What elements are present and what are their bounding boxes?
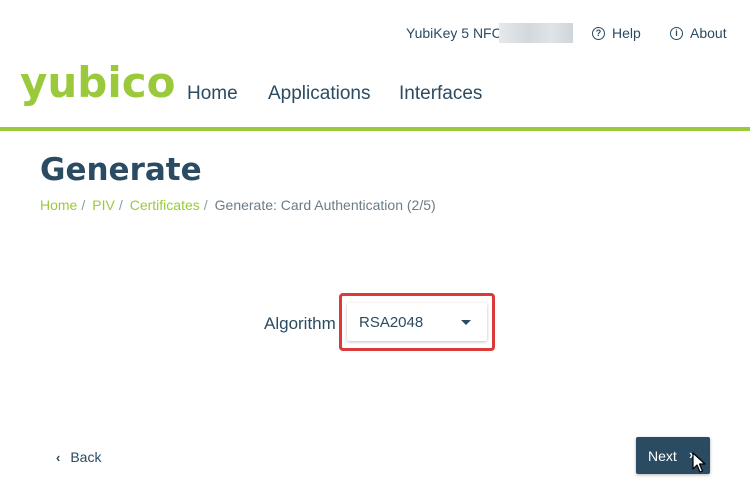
breadcrumb-piv[interactable]: PIV	[92, 197, 115, 213]
breadcrumb-certificates[interactable]: Certificates	[130, 197, 200, 213]
breadcrumb-separator: /	[203, 197, 208, 213]
breadcrumb-current: Generate: Card Authentication (2/5)	[214, 197, 436, 213]
algorithm-label: Algorithm	[264, 314, 336, 333]
app-window: YubiKey 5 NFC ? Help i About yubico Home…	[0, 0, 750, 500]
info-circle-icon: i	[670, 26, 683, 40]
question-circle-icon: ?	[592, 26, 605, 40]
breadcrumb: Home / PIV / Certificates / Generate: Ca…	[40, 197, 436, 213]
mouse-cursor-icon	[692, 452, 706, 473]
nav-interfaces[interactable]: Interfaces	[399, 83, 482, 105]
about-label: About	[690, 25, 727, 41]
yubico-logo[interactable]: yubico	[20, 62, 176, 104]
caret-down-icon	[461, 320, 471, 325]
back-button[interactable]: ‹ Back	[52, 447, 105, 467]
algorithm-select[interactable]: RSA2048	[347, 303, 487, 341]
page-title: Generate	[40, 152, 202, 188]
help-link[interactable]: ? Help	[592, 25, 641, 41]
breadcrumb-home[interactable]: Home	[40, 197, 77, 213]
about-link[interactable]: i About	[670, 25, 727, 41]
back-label: Back	[70, 449, 102, 465]
algorithm-selected-value: RSA2048	[359, 314, 424, 331]
redacted-serial-number	[499, 23, 573, 43]
chevron-left-icon: ‹	[56, 449, 61, 465]
help-label: Help	[612, 25, 641, 41]
breadcrumb-separator: /	[81, 197, 86, 213]
nav-applications[interactable]: Applications	[268, 83, 370, 105]
next-label: Next	[648, 448, 677, 464]
nav-home[interactable]: Home	[187, 83, 238, 105]
breadcrumb-separator: /	[118, 197, 123, 213]
top-bar: YubiKey 5 NFC ? Help i About	[0, 22, 750, 46]
device-name: YubiKey 5 NFC	[406, 25, 502, 41]
header-divider	[0, 127, 750, 131]
